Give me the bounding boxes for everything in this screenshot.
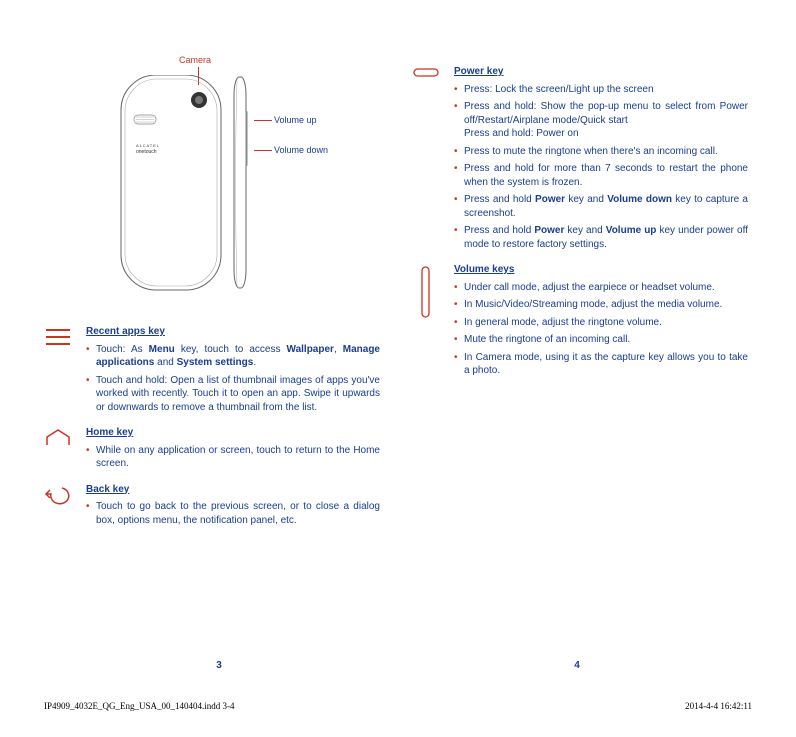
list-item: Press: Lock the screen/Light up the scre… bbox=[454, 83, 748, 97]
section: Volume keys Under call mode, adjust the e… bbox=[408, 263, 748, 382]
page-spread: Camera Volume up Volume down ALCAT bbox=[40, 55, 756, 660]
page-number-right: 4 bbox=[574, 660, 580, 671]
volume-down-label: Volume down bbox=[274, 145, 328, 155]
callout-line bbox=[254, 120, 272, 121]
section-content: Back key Touch to go back to the previous… bbox=[86, 483, 380, 532]
back-icon bbox=[44, 485, 72, 505]
footer-left: IP4909_4032E_QG_Eng_USA_00_140404.indd 3… bbox=[44, 701, 235, 711]
section-title: Back key bbox=[86, 483, 380, 497]
section-icon bbox=[408, 65, 444, 255]
section-title: Volume keys bbox=[454, 263, 748, 277]
section: Power key Press: Lock the screen/Light up… bbox=[408, 65, 748, 255]
list-item: Press and hold: Show the pop-up menu to … bbox=[454, 100, 748, 141]
callout-line bbox=[254, 150, 272, 151]
section-list: Under call mode, adjust the earpiece or … bbox=[454, 281, 748, 378]
page-numbers: 3 4 bbox=[40, 660, 756, 671]
home-icon bbox=[44, 428, 72, 448]
right-page: Power key Press: Lock the screen/Light up… bbox=[408, 55, 748, 660]
power-key-icon bbox=[412, 67, 440, 81]
left-page: Camera Volume up Volume down ALCAT bbox=[40, 55, 380, 660]
section-icon bbox=[40, 426, 76, 475]
section-list: While on any application or screen, touc… bbox=[86, 444, 380, 471]
section-icon bbox=[40, 483, 76, 532]
section: Back key Touch to go back to the previous… bbox=[40, 483, 380, 532]
list-item: Touch to go back to the previous screen,… bbox=[86, 500, 380, 527]
list-item: Press to mute the ringtone when there's … bbox=[454, 145, 748, 159]
phone-illustration: ALCATEL onetouch bbox=[116, 75, 256, 305]
footer-right: 2014-4-4 16:42:11 bbox=[685, 701, 752, 711]
section-list: Touch: As Menu key, touch to access Wall… bbox=[86, 343, 380, 415]
section-content: Power key Press: Lock the screen/Light up… bbox=[454, 65, 748, 255]
section-content: Home key While on any application or scre… bbox=[86, 426, 380, 475]
volume-key-icon bbox=[419, 265, 433, 321]
section-content: Recent apps key Touch: As Menu key, touch… bbox=[86, 325, 380, 418]
section-title: Recent apps key bbox=[86, 325, 380, 339]
section-title: Power key bbox=[454, 65, 748, 79]
section: Recent apps key Touch: As Menu key, touch… bbox=[40, 325, 380, 418]
list-item: Press and hold for more than 7 seconds t… bbox=[454, 162, 748, 189]
section-title: Home key bbox=[86, 426, 380, 440]
phone-diagram: Camera Volume up Volume down ALCAT bbox=[76, 55, 380, 315]
section-list: Touch to go back to the previous screen,… bbox=[86, 500, 380, 527]
list-item: Press and hold Power key and Volume down… bbox=[454, 193, 748, 220]
section-content: Volume keys Under call mode, adjust the e… bbox=[454, 263, 748, 382]
camera-label: Camera bbox=[179, 55, 211, 65]
recent-apps-icon bbox=[44, 327, 72, 347]
page-number-left: 3 bbox=[216, 660, 222, 671]
list-item: In Camera mode, using it as the capture … bbox=[454, 351, 748, 378]
footer-row: IP4909_4032E_QG_Eng_USA_00_140404.indd 3… bbox=[40, 701, 756, 711]
list-item: Under call mode, adjust the earpiece or … bbox=[454, 281, 748, 295]
section-list: Press: Lock the screen/Light up the scre… bbox=[454, 83, 748, 252]
list-item: Touch: As Menu key, touch to access Wall… bbox=[86, 343, 380, 370]
list-item: Touch and hold: Open a list of thumbnail… bbox=[86, 374, 380, 415]
brand-sub-text: onetouch bbox=[136, 149, 157, 155]
section: Home key While on any application or scre… bbox=[40, 426, 380, 475]
list-item: Mute the ringtone of an incoming call. bbox=[454, 333, 748, 347]
list-item: In general mode, adjust the ringtone vol… bbox=[454, 316, 748, 330]
brand-text: ALCATEL bbox=[136, 143, 160, 148]
section-icon bbox=[408, 263, 444, 382]
list-item: In Music/Video/Streaming mode, adjust th… bbox=[454, 298, 748, 312]
list-item: While on any application or screen, touc… bbox=[86, 444, 380, 471]
section-icon bbox=[40, 325, 76, 418]
volume-up-label: Volume up bbox=[274, 115, 317, 125]
list-item: Press and hold Power key and Volume up k… bbox=[454, 224, 748, 251]
